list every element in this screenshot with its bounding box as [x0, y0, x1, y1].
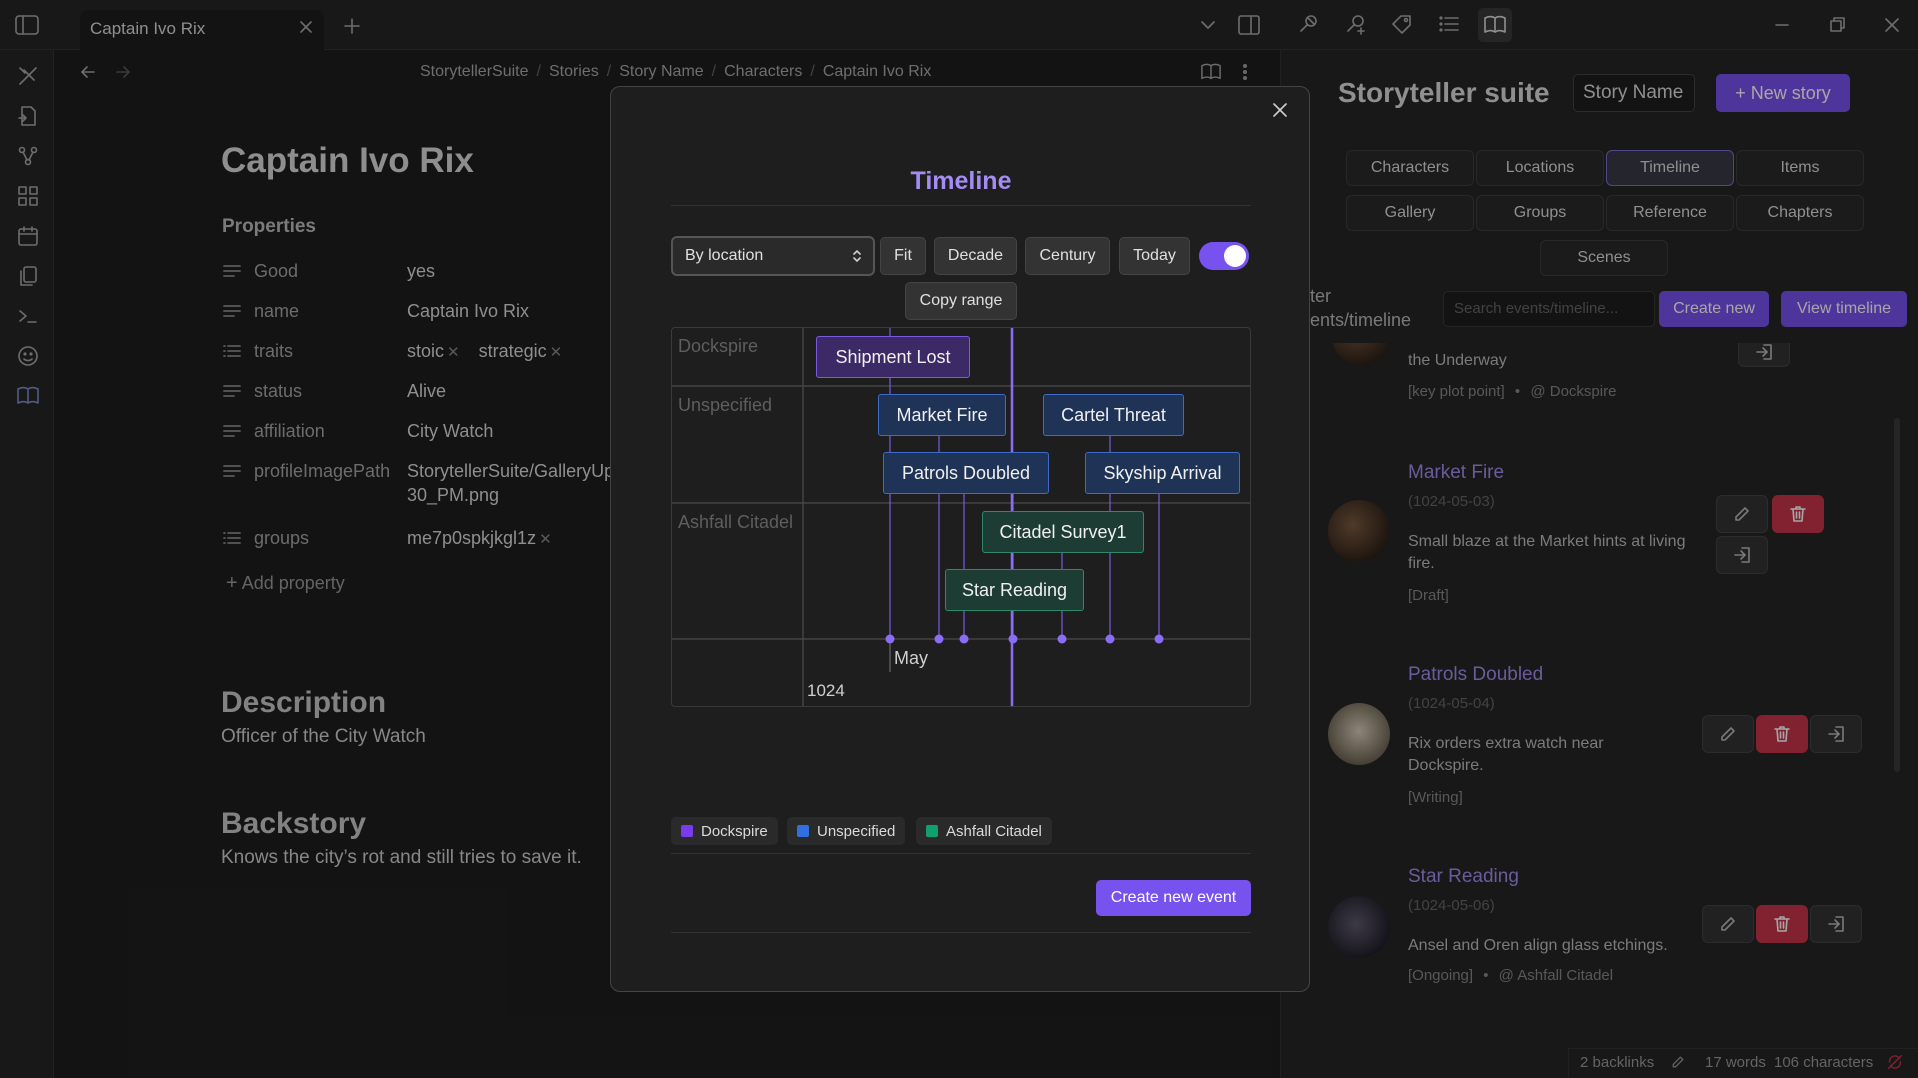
modal-title: Timeline	[910, 167, 1012, 195]
event-dot	[885, 634, 895, 644]
century-button[interactable]: Century	[1025, 237, 1110, 275]
event-dot	[959, 634, 969, 644]
legend-swatch	[926, 825, 938, 837]
mode-toggle[interactable]	[1199, 242, 1249, 270]
divider	[671, 932, 1251, 933]
event-dot	[1008, 634, 1018, 644]
modal-close-icon[interactable]	[1269, 99, 1291, 121]
legend-item-dockspire: Dockspire	[671, 817, 778, 845]
timeline-event[interactable]: Cartel Threat	[1043, 394, 1184, 436]
create-new-event-button[interactable]: Create new event	[1096, 880, 1251, 916]
lane-label-ashfall-citadel: Ashfall Citadel	[678, 512, 794, 532]
fit-button[interactable]: Fit	[880, 237, 926, 275]
legend-item-ashfall-citadel: Ashfall Citadel	[916, 817, 1052, 845]
timeline-event[interactable]: Patrols Doubled	[883, 452, 1049, 494]
timeline-event[interactable]: Shipment Lost	[816, 336, 970, 378]
timeline-event[interactable]: Market Fire	[878, 394, 1006, 436]
axis-month-label: May	[894, 648, 929, 668]
divider	[671, 205, 1251, 206]
timeline-event[interactable]: Citadel Survey1	[982, 511, 1144, 553]
event-dot	[1057, 634, 1067, 644]
copy-range-button[interactable]: Copy range	[905, 282, 1017, 320]
legend-item-unspecified: Unspecified	[787, 817, 906, 845]
timeline-event[interactable]: Star Reading	[945, 569, 1084, 611]
timeline-modal: Timeline By location Fit Decade Century …	[610, 86, 1310, 992]
timeline-chart[interactable]: Dockspire Unspecified Ashfall Citadel Sh…	[671, 327, 1251, 707]
event-dot	[1154, 634, 1164, 644]
divider	[671, 853, 1251, 854]
event-dot	[934, 634, 944, 644]
legend-swatch	[797, 825, 809, 837]
lane-label-unspecified: Unspecified	[678, 395, 773, 415]
timeline-event[interactable]: Skyship Arrival	[1085, 452, 1240, 494]
today-button[interactable]: Today	[1119, 237, 1190, 275]
decade-button[interactable]: Decade	[934, 237, 1017, 275]
axis-year-label: 1024	[807, 681, 845, 700]
select-updown-icon	[851, 248, 863, 264]
event-dot	[1105, 634, 1115, 644]
legend-swatch	[681, 825, 693, 837]
lane-label-dockspire: Dockspire	[678, 336, 759, 356]
toggle-knob	[1224, 245, 1246, 267]
group-by-select[interactable]: By location	[671, 236, 875, 276]
